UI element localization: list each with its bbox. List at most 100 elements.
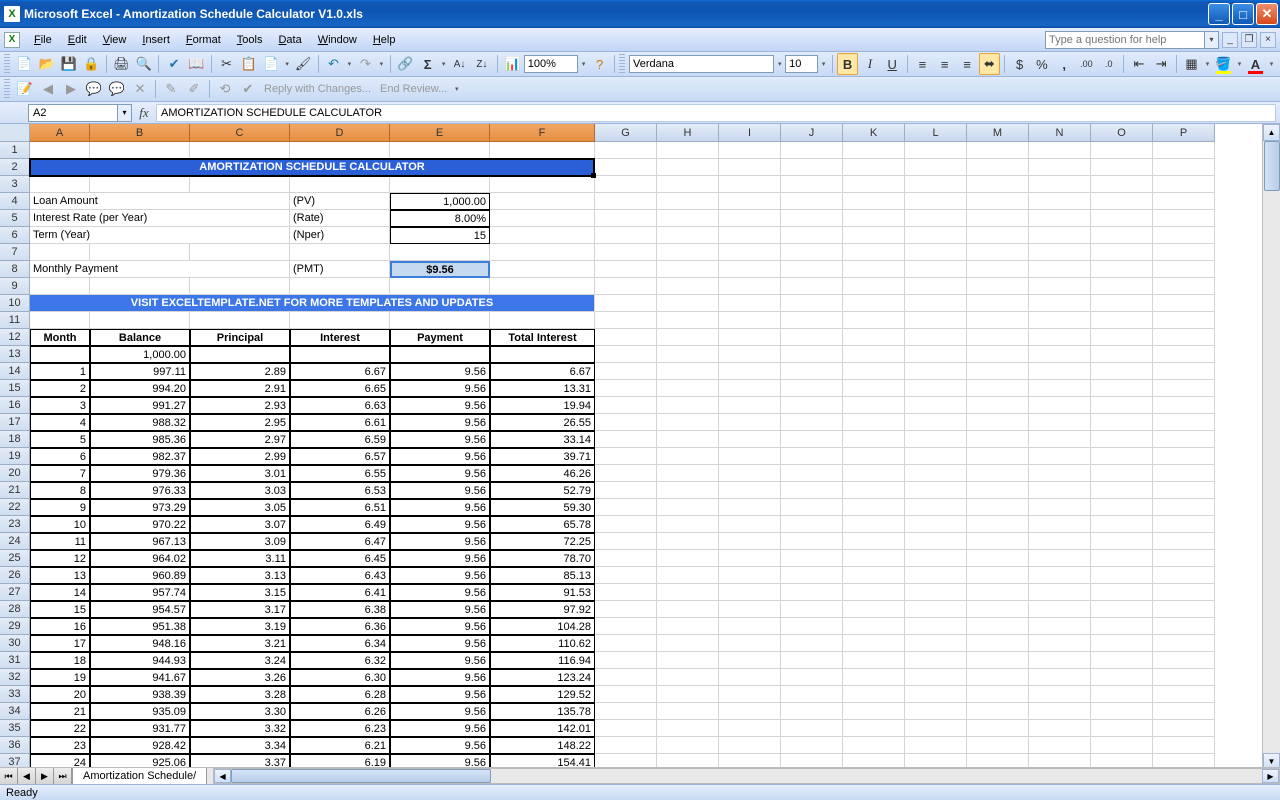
- cell[interactable]: [967, 567, 1029, 584]
- cell[interactable]: [1029, 363, 1091, 380]
- row-header[interactable]: 16: [0, 397, 30, 414]
- cell[interactable]: [1029, 210, 1091, 227]
- cell[interactable]: [595, 380, 657, 397]
- cell[interactable]: [967, 329, 1029, 346]
- cell[interactable]: [1091, 720, 1153, 737]
- cell[interactable]: [1029, 244, 1091, 261]
- cell[interactable]: [1153, 363, 1215, 380]
- cell[interactable]: [595, 635, 657, 652]
- cell[interactable]: [390, 142, 490, 159]
- cell[interactable]: [967, 669, 1029, 686]
- vscroll-thumb[interactable]: [1264, 141, 1280, 191]
- col-header-O[interactable]: O: [1091, 124, 1153, 142]
- cell[interactable]: [1091, 652, 1153, 669]
- cell[interactable]: [843, 278, 905, 295]
- cell[interactable]: [595, 720, 657, 737]
- cell[interactable]: [595, 499, 657, 516]
- cell[interactable]: [1029, 499, 1091, 516]
- cell[interactable]: [1153, 448, 1215, 465]
- cell[interactable]: [1091, 669, 1153, 686]
- cell[interactable]: [1153, 414, 1215, 431]
- cell[interactable]: 9.56: [390, 363, 490, 380]
- cell[interactable]: [657, 142, 719, 159]
- cell[interactable]: [967, 261, 1029, 278]
- cell[interactable]: 3.24: [190, 652, 290, 669]
- cell[interactable]: [843, 414, 905, 431]
- cell[interactable]: [781, 397, 843, 414]
- row-header[interactable]: 11: [0, 312, 30, 329]
- cell[interactable]: (PV): [290, 193, 390, 210]
- cell[interactable]: [967, 618, 1029, 635]
- cell[interactable]: [1153, 720, 1215, 737]
- redo-dropdown-icon[interactable]: ▾: [377, 60, 386, 68]
- cell[interactable]: [657, 584, 719, 601]
- cell[interactable]: 991.27: [90, 397, 190, 414]
- cell[interactable]: [595, 652, 657, 669]
- cell[interactable]: [781, 686, 843, 703]
- cell[interactable]: [90, 244, 190, 261]
- cell[interactable]: [1153, 567, 1215, 584]
- cell[interactable]: 960.89: [90, 567, 190, 584]
- cell[interactable]: 954.57: [90, 601, 190, 618]
- row-header[interactable]: 22: [0, 499, 30, 516]
- cell[interactable]: [1153, 465, 1215, 482]
- cell[interactable]: 2.95: [190, 414, 290, 431]
- cell[interactable]: [657, 278, 719, 295]
- cell[interactable]: 6.23: [290, 720, 390, 737]
- cell[interactable]: [781, 448, 843, 465]
- col-header-N[interactable]: N: [1029, 124, 1091, 142]
- cell[interactable]: [967, 176, 1029, 193]
- cell[interactable]: 6: [30, 448, 90, 465]
- cell[interactable]: [719, 244, 781, 261]
- cell[interactable]: [843, 618, 905, 635]
- cell[interactable]: [781, 312, 843, 329]
- cell[interactable]: [190, 142, 290, 159]
- cell[interactable]: [967, 686, 1029, 703]
- menu-format[interactable]: Format: [178, 31, 229, 49]
- toolbar-handle-2[interactable]: [619, 54, 625, 74]
- cell[interactable]: [595, 686, 657, 703]
- row-header[interactable]: 3: [0, 176, 30, 193]
- cell[interactable]: [967, 210, 1029, 227]
- cell[interactable]: 9.56: [390, 380, 490, 397]
- cell[interactable]: 938.39: [90, 686, 190, 703]
- cell[interactable]: [905, 703, 967, 720]
- cell[interactable]: [490, 142, 595, 159]
- cell[interactable]: [843, 210, 905, 227]
- cell[interactable]: [1091, 482, 1153, 499]
- cell[interactable]: Monthly Payment: [30, 261, 290, 278]
- cell[interactable]: [1091, 176, 1153, 193]
- cell[interactable]: [905, 227, 967, 244]
- help-search-input[interactable]: [1045, 31, 1205, 49]
- cell[interactable]: 9.56: [390, 618, 490, 635]
- row-header[interactable]: 24: [0, 533, 30, 550]
- cell[interactable]: [905, 414, 967, 431]
- cell[interactable]: [967, 380, 1029, 397]
- cell[interactable]: 3.26: [190, 669, 290, 686]
- prev-comment-icon[interactable]: ◀: [37, 78, 59, 100]
- cell[interactable]: [1029, 669, 1091, 686]
- col-header-G[interactable]: G: [595, 124, 657, 142]
- col-header-K[interactable]: K: [843, 124, 905, 142]
- cell[interactable]: [595, 142, 657, 159]
- col-header-C[interactable]: C: [190, 124, 290, 142]
- tab-prev-icon[interactable]: ◀: [18, 768, 36, 785]
- cell[interactable]: 6.36: [290, 618, 390, 635]
- cell[interactable]: [967, 720, 1029, 737]
- cell[interactable]: 2.99: [190, 448, 290, 465]
- cell[interactable]: [595, 295, 657, 312]
- cell[interactable]: [1029, 193, 1091, 210]
- cell[interactable]: 3.07: [190, 516, 290, 533]
- undo-dropdown-icon[interactable]: ▾: [345, 60, 354, 68]
- menu-help[interactable]: Help: [365, 31, 404, 49]
- cell[interactable]: 9.56: [390, 516, 490, 533]
- cell[interactable]: [1029, 584, 1091, 601]
- cell[interactable]: [905, 380, 967, 397]
- row-header[interactable]: 9: [0, 278, 30, 295]
- cell[interactable]: [657, 482, 719, 499]
- cell[interactable]: [1153, 652, 1215, 669]
- zoom-dropdown-icon[interactable]: ▾: [579, 60, 588, 68]
- cell[interactable]: [719, 567, 781, 584]
- new-icon[interactable]: 📄: [14, 53, 35, 75]
- menu-window[interactable]: Window: [310, 31, 365, 49]
